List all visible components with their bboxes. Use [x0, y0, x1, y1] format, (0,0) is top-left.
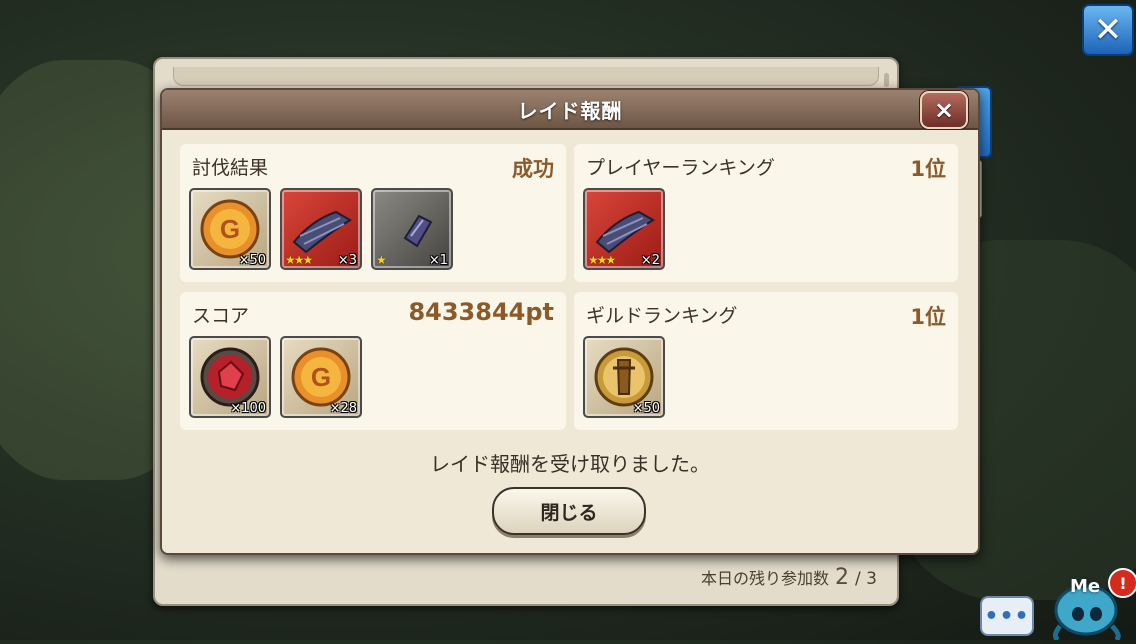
scrollbar[interactable] — [884, 73, 889, 87]
reward-items: ★★★ ×2 — [583, 188, 665, 270]
reward-item[interactable]: ★★★ ×3 — [280, 188, 362, 270]
chat-button[interactable]: ••• — [980, 596, 1034, 636]
dialog-title: レイド報酬 — [517, 98, 623, 123]
item-quantity: ×50 — [632, 401, 660, 416]
svg-text:G: G — [220, 214, 240, 244]
item-quantity: ×1 — [428, 253, 448, 268]
card-title: 討伐結果 — [192, 157, 269, 179]
mascot-menu-button[interactable]: Me ! — [1044, 566, 1136, 643]
reward-received-message: レイド報酬を受け取りました。 — [430, 452, 710, 476]
top-close-button[interactable]: ✕ — [1082, 4, 1134, 56]
rank-value: 1位 — [910, 305, 946, 329]
panel-topbar — [173, 67, 879, 86]
score-card: スコア 8433844pt ×100 G ×28 — [180, 292, 566, 430]
close-icon: × — [933, 96, 955, 124]
reward-items: ×50 — [583, 336, 665, 418]
close-button[interactable]: 閉じる — [492, 487, 646, 535]
daily-attempts-total: / 3 — [855, 569, 877, 589]
reward-items: ×100 G ×28 — [189, 336, 362, 418]
daily-attempts-label: 本日の残り参加数 — [701, 569, 830, 588]
result-value: 成功 — [512, 157, 554, 181]
reward-item[interactable]: G ×28 — [280, 336, 362, 418]
daily-attempts-current: 2 — [835, 565, 850, 590]
notification-badge: ! — [1108, 568, 1136, 598]
card-title: プレイヤーランキング — [586, 157, 775, 179]
reward-item[interactable]: ★ ×1 — [371, 188, 453, 270]
reward-item[interactable]: ★★★ ×2 — [583, 188, 665, 270]
rarity-stars: ★ — [376, 253, 387, 267]
raid-reward-dialog: レイド報酬 × 討伐結果 成功 G ×50 ★★★ ×3 ★ ×1 プレイヤーラ — [160, 88, 980, 555]
reward-item[interactable]: ×100 — [189, 336, 271, 418]
rarity-stars: ★★★ — [285, 253, 313, 267]
reward-item[interactable]: G ×50 — [189, 188, 271, 270]
dialog-close-button[interactable]: × — [920, 91, 968, 129]
item-quantity: ×3 — [337, 253, 357, 268]
item-quantity: ×50 — [238, 253, 266, 268]
item-quantity: ×28 — [329, 401, 357, 416]
chat-icon: ••• — [984, 603, 1030, 629]
score-value: 8433844pt — [408, 298, 554, 326]
dialog-header: レイド報酬 — [162, 90, 978, 130]
mascot-label: Me — [1070, 576, 1101, 597]
item-quantity: ×100 — [230, 401, 266, 416]
card-title: スコア — [192, 305, 250, 327]
close-icon: ✕ — [1093, 10, 1123, 50]
reward-items: G ×50 ★★★ ×3 ★ ×1 — [189, 188, 453, 270]
rarity-stars: ★★★ — [588, 253, 616, 267]
guild-ranking-card: ギルドランキング 1位 ×50 — [574, 292, 958, 430]
rank-value: 1位 — [910, 157, 946, 181]
card-title: ギルドランキング — [586, 305, 738, 327]
item-quantity: ×2 — [640, 253, 660, 268]
reward-item[interactable]: ×50 — [583, 336, 665, 418]
daily-attempts: 本日の残り参加数 2 / 3 — [701, 565, 877, 590]
svg-text:G: G — [311, 362, 331, 392]
subjugation-result-card: 討伐結果 成功 G ×50 ★★★ ×3 ★ ×1 — [180, 144, 566, 282]
player-ranking-card: プレイヤーランキング 1位 ★★★ ×2 — [574, 144, 958, 282]
